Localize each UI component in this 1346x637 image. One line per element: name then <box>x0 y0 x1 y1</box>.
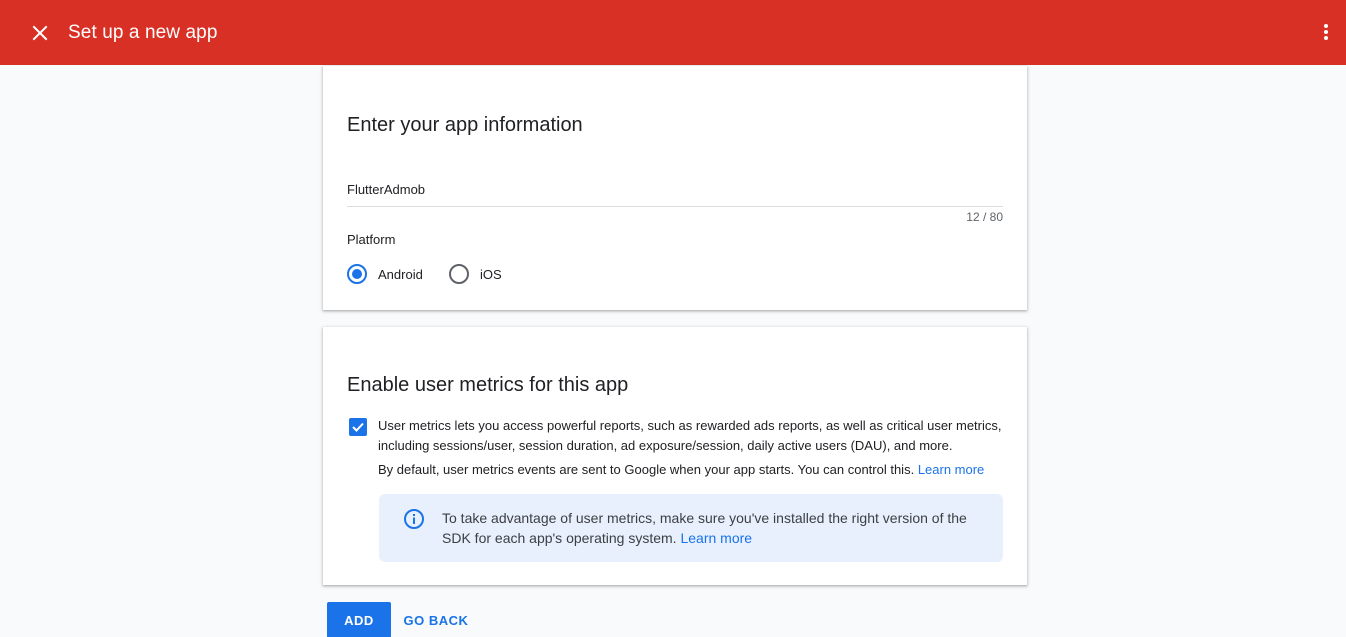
learn-more-link[interactable]: Learn more <box>918 462 984 477</box>
app-header: Set up a new app <box>0 0 1346 65</box>
radio-unchecked-icon <box>449 264 469 284</box>
info-icon <box>404 509 424 529</box>
radio-label-android: Android <box>378 266 423 282</box>
more-options-button[interactable] <box>1314 19 1338 45</box>
char-count: 12 / 80 <box>966 210 1003 224</box>
app-info-title: Enter your app information <box>347 114 583 136</box>
platform-radio-ios[interactable]: iOS <box>449 263 502 285</box>
user-metrics-title: Enable user metrics for this app <box>347 374 629 396</box>
user-metrics-card: Enable user metrics for this app User me… <box>323 327 1027 585</box>
sdk-learn-more-link[interactable]: Learn more <box>680 530 752 546</box>
info-box: To take advantage of user metrics, make … <box>379 494 1003 562</box>
close-icon <box>32 25 48 41</box>
go-back-button[interactable]: GO BACK <box>398 602 474 637</box>
add-button[interactable]: ADD <box>327 602 391 637</box>
more-vert-icon <box>1324 24 1328 40</box>
radio-label-ios: iOS <box>480 266 502 282</box>
page: Set up a new app Enter your app informat… <box>0 0 1346 637</box>
default-description: By default, user metrics events are sent… <box>378 461 1018 479</box>
info-text: To take advantage of user metrics, make … <box>442 508 982 548</box>
user-metrics-checkbox[interactable] <box>349 418 367 436</box>
user-metrics-description: User metrics lets you access powerful re… <box>378 418 1002 453</box>
check-icon <box>352 422 364 432</box>
close-button[interactable] <box>27 20 53 46</box>
platform-label: Platform <box>347 232 396 247</box>
app-info-card: Enter your app information 12 / 80 Platf… <box>323 66 1027 310</box>
platform-radio-android[interactable]: Android <box>347 263 423 285</box>
radio-checked-icon <box>347 264 367 284</box>
page-title: Set up a new app <box>68 22 218 43</box>
default-description-text: By default, user metrics events are sent… <box>378 462 915 477</box>
app-name-input[interactable] <box>347 179 1003 207</box>
